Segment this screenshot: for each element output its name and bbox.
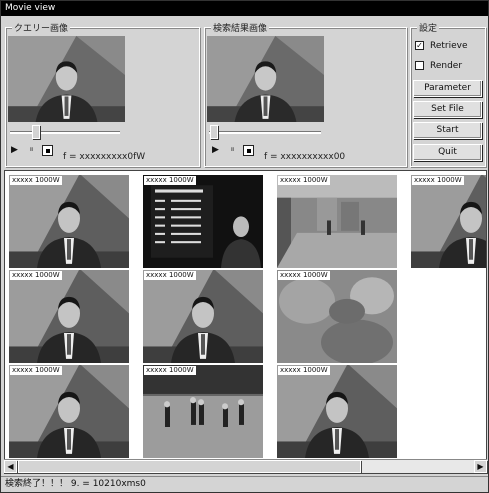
quit-button[interactable]: Quit (413, 144, 482, 161)
render-checkbox[interactable] (415, 61, 424, 70)
retrieve-checkbox-row[interactable]: ✓ Retrieve (415, 41, 468, 51)
query-play-button[interactable]: ▶ (9, 145, 20, 156)
query-video-frame (8, 36, 125, 122)
thumbnail-label: xxxxx 1000W (144, 176, 196, 185)
thumbnail-label: xxxxx 1000W (10, 366, 62, 375)
result-thumbnail[interactable]: xxxxx 1000W (411, 175, 486, 268)
render-checkbox-row[interactable]: Render (415, 61, 462, 71)
thumbnail-label: xxxxx 1000W (278, 271, 330, 280)
anchor-image (143, 270, 263, 363)
result-panel-label: 検索結果画像 (211, 21, 270, 34)
thumbnail-label: xxxxx 1000W (144, 366, 196, 375)
status-bar: 検索終了！！！ 9. = 10210xms0 (1, 476, 488, 492)
result-pause-button[interactable]: ⏸ (227, 145, 238, 156)
result-thumbnail[interactable]: xxxxx 1000W (143, 270, 263, 363)
result-thumbnail[interactable]: xxxxx 1000W (277, 175, 397, 268)
parameter-button[interactable]: Parameter (413, 80, 482, 97)
results-grid[interactable]: xxxxx 1000W xxxxx 1000W xxxxx 1000W xxxxx 1… (4, 170, 487, 474)
anchor-image (411, 175, 486, 268)
anchor-image (277, 365, 397, 458)
render-checkbox-label: Render (430, 61, 463, 71)
thumbnail-label: xxxxx 1000W (278, 176, 330, 185)
result-thumbnail[interactable]: xxxxx 1000W (277, 365, 397, 458)
set-file-button[interactable]: Set File (413, 101, 482, 118)
result-thumbnail[interactable]: xxxxx 1000W (9, 365, 129, 458)
query-stop-button[interactable] (42, 145, 53, 156)
result-play-button[interactable]: ▶ (210, 145, 221, 156)
query-panel-label: クエリー画像 (12, 21, 71, 34)
query-seek-thumb[interactable] (32, 125, 40, 139)
result-thumbnail[interactable]: xxxxx 1000W (9, 175, 129, 268)
thumbnail-label: xxxxx 1000W (144, 271, 196, 280)
result-seek-thumb[interactable] (210, 125, 218, 139)
anchor-image (9, 365, 129, 458)
retrieve-checkbox-label: Retrieve (430, 41, 468, 51)
settings-panel-label: 設定 (417, 21, 440, 34)
thumbnail-label: xxxxx 1000W (412, 176, 464, 185)
scroll-thumb[interactable] (18, 460, 361, 473)
retrieve-checkbox[interactable]: ✓ (415, 41, 424, 50)
result-thumbnail[interactable]: xxxxx 1000W (277, 270, 397, 363)
thumbnail-label: xxxxx 1000W (10, 271, 62, 280)
thumbnail-label: xxxxx 1000W (278, 366, 330, 375)
anchor-image (8, 36, 125, 122)
dance-image (143, 365, 263, 458)
result-seek-track[interactable] (209, 131, 321, 134)
hall-image (277, 175, 397, 268)
scroll-left-arrow[interactable]: ◀ (4, 460, 17, 473)
horizontal-scrollbar[interactable]: ◀ ▶ (4, 459, 487, 473)
window-title: Movie view (1, 1, 488, 16)
anchor-image (9, 175, 129, 268)
result-thumbnail[interactable]: xxxxx 1000W (9, 270, 129, 363)
start-button[interactable]: Start (413, 122, 482, 139)
anchor-image (207, 36, 324, 122)
result-thumbnail[interactable]: xxxxx 1000W (143, 175, 263, 268)
result-stop-button[interactable] (243, 145, 254, 156)
result-video-frame (207, 36, 324, 122)
scoreboard-image (143, 175, 263, 268)
scroll-right-arrow[interactable]: ▶ (474, 460, 487, 473)
query-pause-button[interactable]: ⏸ (26, 145, 37, 156)
query-seek-track[interactable] (10, 131, 120, 134)
blur-image (277, 270, 397, 363)
thumbnail-label: xxxxx 1000W (10, 176, 62, 185)
query-frame-value: f = xxxxxxxxx0fW (63, 152, 146, 162)
result-thumbnail[interactable]: xxxxx 1000W (143, 365, 263, 458)
movie-view-window: Movie view クエリー画像 ▶ ⏸ f = xxxxxxxxx0fW 検… (0, 0, 489, 493)
anchor-image (9, 270, 129, 363)
result-frame-value: f = xxxxxxxxxx00 (264, 152, 346, 162)
